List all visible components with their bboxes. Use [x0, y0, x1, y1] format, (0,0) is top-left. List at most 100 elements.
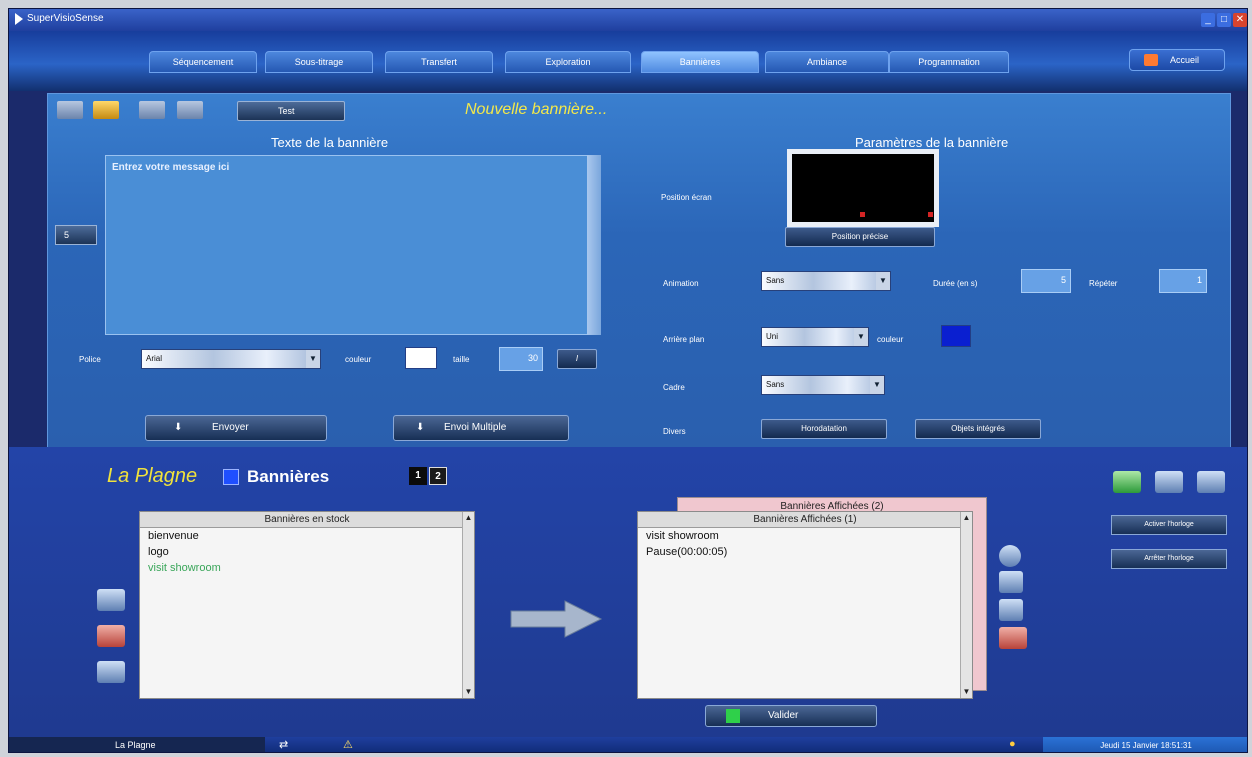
font-select[interactable]: Arial ▼	[141, 349, 321, 369]
list-item[interactable]: logo	[140, 544, 474, 560]
stock-list-scrollbar[interactable]: ▲ ▼	[462, 512, 474, 698]
chevron-down-icon: ▼	[854, 328, 868, 346]
displayed-list-1[interactable]: Bannières Affichées (1) visit showroom P…	[637, 511, 973, 699]
new-file-icon[interactable]	[57, 101, 83, 119]
send-multiple-button[interactable]: ⬇ Envoi Multiple	[393, 415, 569, 441]
accueil-button[interactable]: Accueil	[1129, 49, 1225, 71]
send-label: Envoyer	[212, 422, 249, 433]
size-input[interactable]: 30	[499, 347, 543, 371]
animation-label: Animation	[663, 279, 699, 288]
text-heading: Texte de la bannière	[271, 135, 389, 150]
page-1-button[interactable]: 1	[409, 467, 427, 485]
precise-position-button[interactable]: Position précise	[785, 227, 935, 247]
size-label: taille	[453, 355, 470, 364]
clock-icon[interactable]	[999, 545, 1021, 567]
check-icon	[726, 709, 740, 723]
warning-icon[interactable]: ⚠	[343, 738, 353, 751]
chevron-down-icon: ▼	[306, 350, 320, 368]
info-icon[interactable]	[1155, 471, 1183, 493]
status-bar: La Plagne ⇄ ⚠ ● Jeudi 15 Janvier 18:51:3…	[9, 737, 1247, 752]
displayed-list-1-header: Bannières Affichées (1)	[638, 512, 972, 528]
monitor-icon[interactable]	[1197, 471, 1225, 493]
move-down-icon[interactable]	[999, 599, 1023, 621]
transfer-arrow-icon[interactable]	[509, 599, 605, 639]
params-heading: Paramètres de la bannière	[855, 135, 1009, 150]
move-up-icon[interactable]	[999, 571, 1023, 593]
page-2-button[interactable]: 2	[429, 467, 447, 485]
background-select[interactable]: Uni ▼	[761, 327, 869, 347]
list-item[interactable]: visit showroom	[140, 560, 474, 576]
embedded-objects-button[interactable]: Objets intégrés	[915, 419, 1041, 439]
font-label: Police	[79, 355, 101, 364]
tab-transfert[interactable]: Transfert	[385, 51, 493, 73]
message-scrollbar[interactable]	[587, 155, 601, 335]
window-title: SuperVisioSense	[27, 13, 104, 24]
timestamp-button[interactable]: Horodatation	[761, 419, 887, 439]
scroll-down-icon[interactable]: ▼	[463, 686, 474, 698]
position-label: Position écran	[661, 193, 712, 202]
app-window: SuperVisioSense _ □ ✕ Séquencement Sous-…	[8, 8, 1248, 753]
save-icon[interactable]	[97, 589, 125, 611]
close-button[interactable]: ✕	[1233, 13, 1247, 27]
send-button[interactable]: ⬇ Envoyer	[145, 415, 327, 441]
validate-label: Valider	[768, 710, 799, 721]
duration-label: Durée (en s)	[933, 279, 978, 288]
delete-icon[interactable]	[999, 627, 1027, 649]
side-number-label: 5	[64, 230, 70, 240]
list-item[interactable]: visit showroom	[638, 528, 972, 544]
open-folder-icon[interactable]	[93, 101, 119, 119]
scroll-up-icon[interactable]: ▲	[961, 512, 972, 524]
banner-status: Nouvelle bannière...	[465, 101, 608, 118]
screen-position-preview[interactable]	[787, 149, 939, 227]
app-logo-icon	[15, 13, 23, 25]
tab-strip: Séquencement Sous-titrage Transfert Expl…	[9, 31, 1247, 91]
text-tool-icon[interactable]	[97, 661, 125, 683]
position-marker	[860, 212, 865, 217]
tab-sous-titrage[interactable]: Sous-titrage	[265, 51, 373, 73]
test-button[interactable]: Test	[237, 101, 345, 121]
italic-button[interactable]: I	[557, 349, 597, 369]
tab-sequencement[interactable]: Séquencement	[149, 51, 257, 73]
stock-list[interactable]: Bannières en stock bienvenue logo visit …	[139, 511, 475, 699]
displayed-list-scrollbar[interactable]: ▲ ▼	[960, 512, 972, 698]
maximize-button[interactable]: □	[1217, 13, 1231, 27]
accueil-label: Accueil	[1170, 55, 1200, 65]
chevron-down-icon: ▼	[876, 272, 890, 290]
validate-button[interactable]: Valider	[705, 705, 877, 727]
duration-input[interactable]: 5	[1021, 269, 1071, 293]
stop-clock-button[interactable]: Arrêter l'horloge	[1111, 549, 1227, 569]
delete-icon[interactable]	[97, 625, 125, 647]
frame-label: Cadre	[663, 383, 685, 392]
tab-exploration[interactable]: Exploration	[505, 51, 631, 73]
text-color-swatch[interactable]	[405, 347, 437, 369]
scroll-down-icon[interactable]: ▼	[961, 686, 972, 698]
refresh-icon[interactable]	[1113, 471, 1141, 493]
print-icon[interactable]	[177, 101, 203, 119]
scroll-up-icon[interactable]: ▲	[463, 512, 474, 524]
list-item[interactable]: Pause(00:00:05)	[638, 544, 972, 560]
background-select-value: Uni	[766, 332, 779, 341]
network-icon[interactable]: ⇄	[279, 738, 288, 751]
side-number-button[interactable]: 5	[55, 225, 97, 245]
user-icon[interactable]: ●	[1009, 738, 1016, 750]
repeat-label: Répéter	[1089, 279, 1118, 288]
home-icon	[1144, 54, 1158, 66]
frame-select[interactable]: Sans ▼	[761, 375, 885, 395]
message-textarea[interactable]: Entrez votre message ici	[105, 155, 601, 335]
list-item[interactable]: bienvenue	[140, 528, 474, 544]
section-title: Bannières	[247, 467, 330, 486]
minimize-button[interactable]: _	[1201, 13, 1215, 27]
bg-color-swatch[interactable]	[941, 325, 971, 347]
repeat-input[interactable]: 1	[1159, 269, 1207, 293]
tab-bannieres[interactable]: Bannières	[641, 51, 759, 73]
bg-color-label: couleur	[877, 335, 904, 344]
arrow-down-icon: ⬇	[416, 422, 425, 433]
save-icon[interactable]	[139, 101, 165, 119]
tab-programmation[interactable]: Programmation	[889, 51, 1009, 73]
site-name: La Plagne	[107, 465, 198, 487]
animation-select[interactable]: Sans ▼	[761, 271, 891, 291]
start-clock-button[interactable]: Activer l'horloge	[1111, 515, 1227, 535]
status-datetime: Jeudi 15 Janvier 18:51:31	[1043, 737, 1247, 752]
tab-ambiance[interactable]: Ambiance	[765, 51, 889, 73]
site-color-indicator	[223, 469, 239, 485]
